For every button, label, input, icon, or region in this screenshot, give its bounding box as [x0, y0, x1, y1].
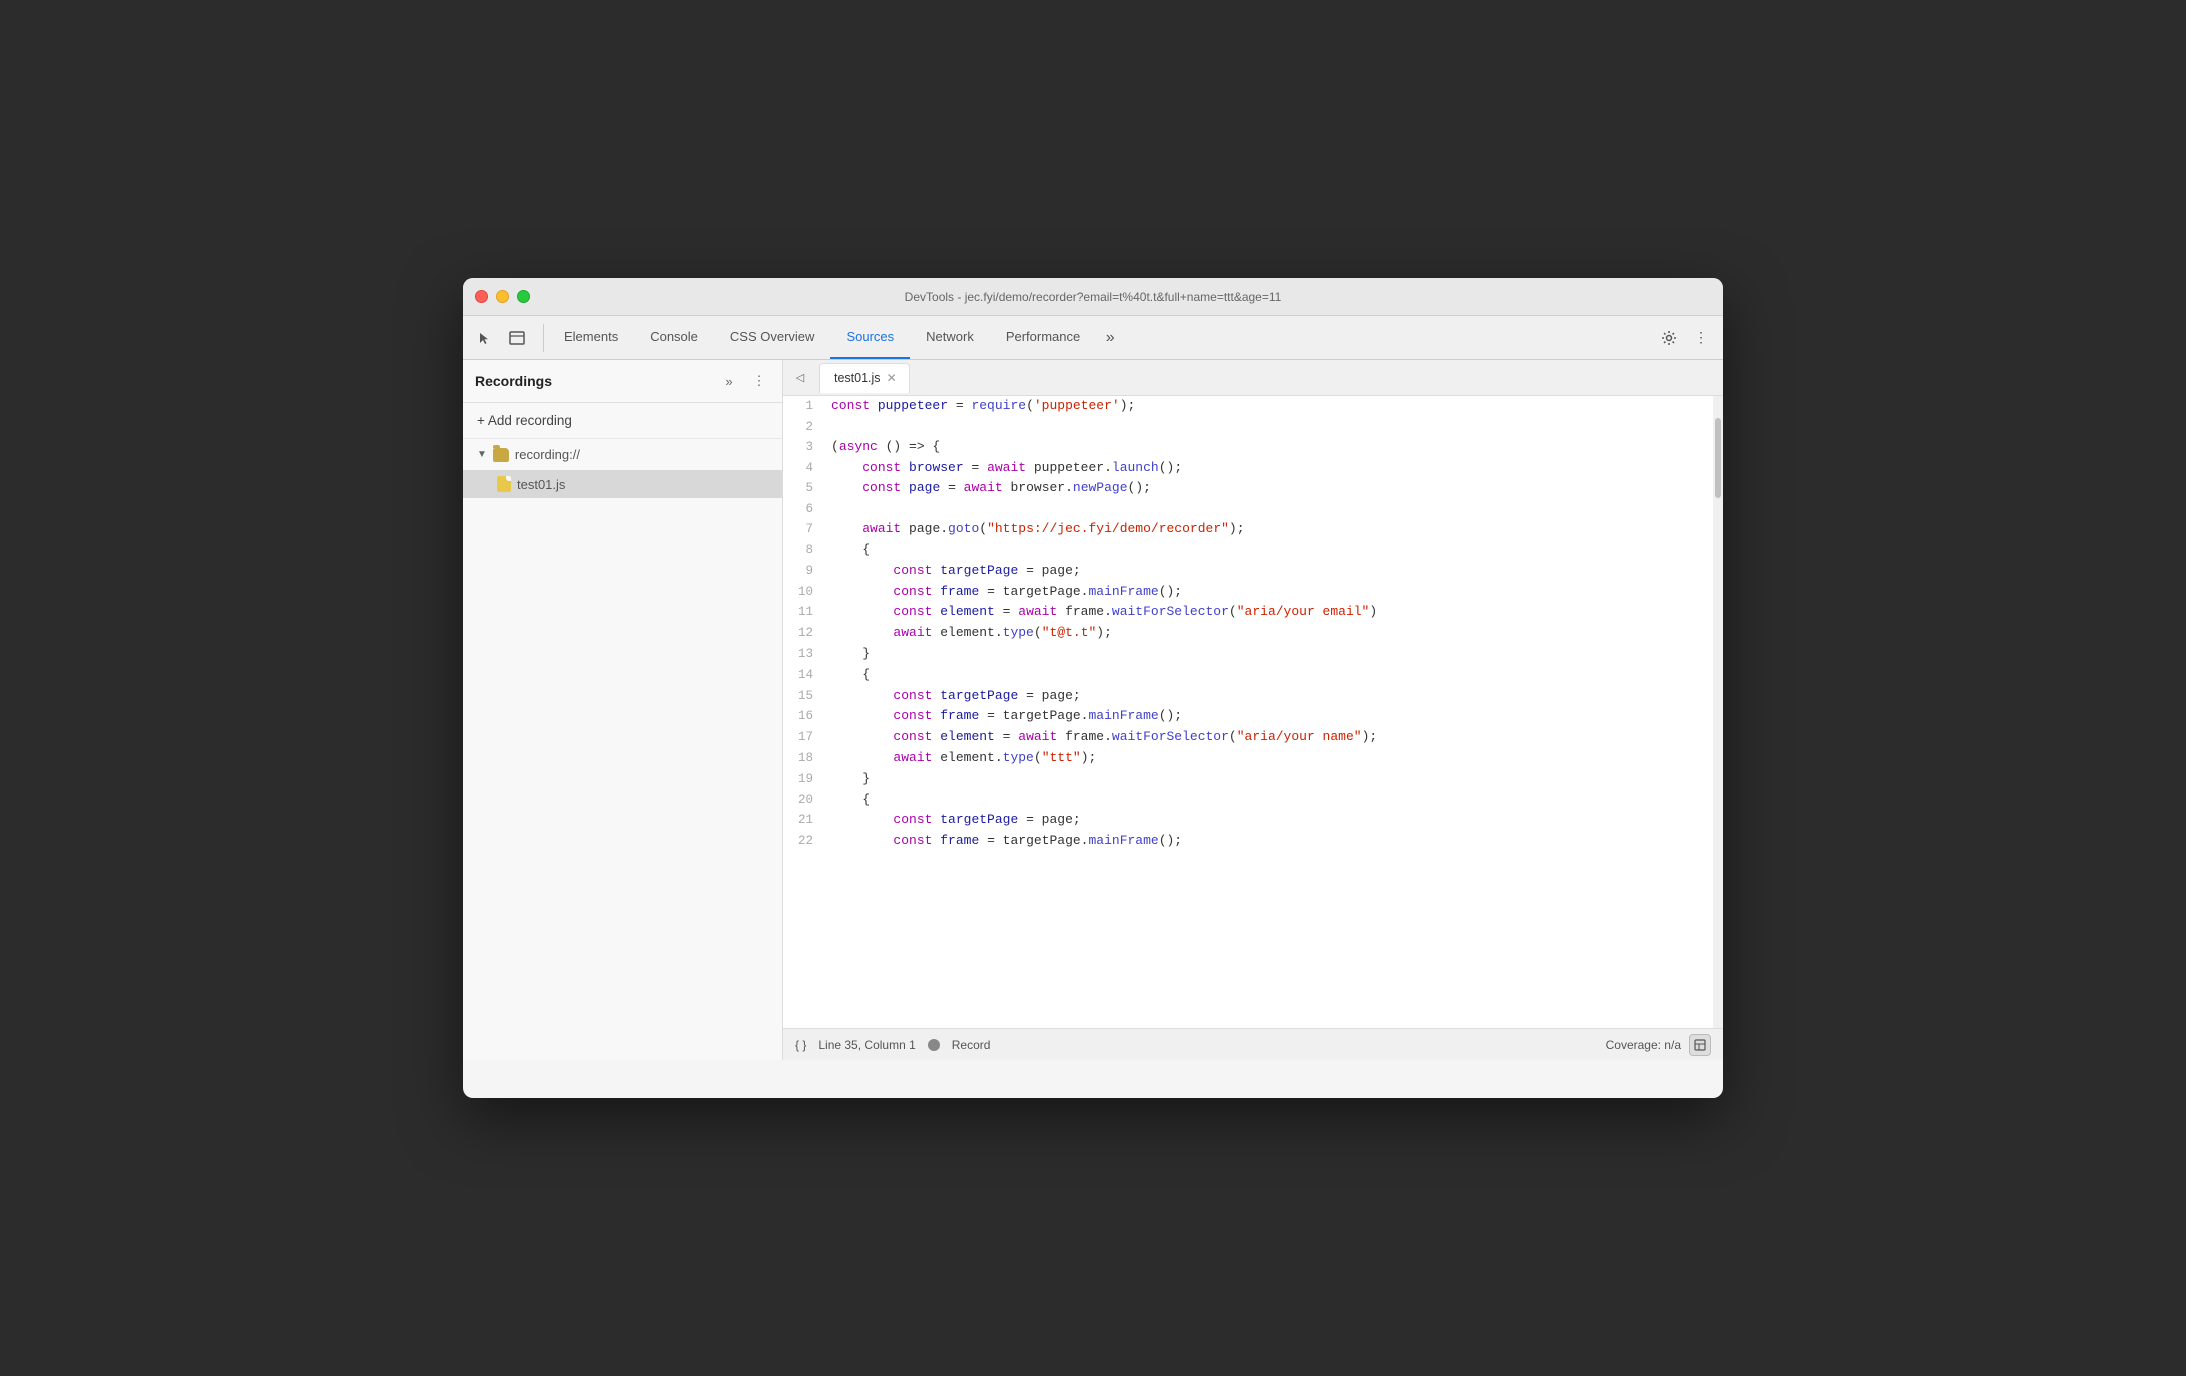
- table-row: 10 const frame = targetPage.mainFrame();: [783, 582, 1709, 603]
- maximize-button[interactable]: [517, 290, 530, 303]
- table-row: 18 await element.type("ttt");: [783, 748, 1709, 769]
- table-row: 13 }: [783, 644, 1709, 665]
- titlebar: DevTools - jec.fyi/demo/recorder?email=t…: [463, 278, 1723, 316]
- settings-icon[interactable]: [1655, 324, 1683, 352]
- window-title: DevTools - jec.fyi/demo/recorder?email=t…: [905, 290, 1282, 304]
- expand-sidebar-icon[interactable]: »: [718, 370, 740, 392]
- record-label[interactable]: Record: [952, 1038, 991, 1052]
- coverage-text: Coverage: n/a: [1606, 1038, 1681, 1052]
- record-dot-icon: [928, 1039, 940, 1051]
- more-sidebar-icon[interactable]: ⋮: [748, 370, 770, 392]
- table-row: 20 {: [783, 790, 1709, 811]
- table-row: 19 }: [783, 769, 1709, 790]
- test01-file[interactable]: test01.js: [463, 470, 782, 498]
- scrollbar-thumb[interactable]: [1715, 418, 1721, 498]
- close-tab-icon[interactable]: ✕: [887, 371, 897, 385]
- tab-sources[interactable]: Sources: [830, 316, 910, 359]
- tab-network[interactable]: Network: [910, 316, 990, 359]
- editor-tabs: ◁ test01.js ✕: [783, 360, 1723, 396]
- prev-editor-tab-icon[interactable]: ◁: [787, 365, 813, 391]
- file-icon: [497, 476, 511, 492]
- table-row: 5 const page = await browser.newPage();: [783, 478, 1709, 499]
- editor-area: ◁ test01.js ✕ 1const puppeteer = require…: [783, 360, 1723, 1060]
- cursor-position: Line 35, Column 1: [818, 1038, 915, 1052]
- close-button[interactable]: [475, 290, 488, 303]
- main-toolbar: Elements Console CSS Overview Sources Ne…: [463, 316, 1723, 360]
- more-options-icon[interactable]: ⋮: [1687, 324, 1715, 352]
- table-row: 8 {: [783, 540, 1709, 561]
- tab-performance[interactable]: Performance: [990, 316, 1096, 359]
- table-row: 7 await page.goto("https://jec.fyi/demo/…: [783, 519, 1709, 540]
- scrollbar-track[interactable]: [1713, 396, 1723, 1028]
- table-row: 6: [783, 499, 1709, 519]
- add-recording-button[interactable]: + Add recording: [463, 403, 782, 439]
- table-row: 3(async () => {: [783, 437, 1709, 458]
- status-right: Coverage: n/a: [1606, 1034, 1711, 1056]
- status-left: { } Line 35, Column 1 Record: [795, 1038, 990, 1052]
- code-container[interactable]: 1const puppeteer = require('puppeteer');…: [783, 396, 1723, 1028]
- editor-tab-test01[interactable]: test01.js ✕: [819, 363, 910, 393]
- folder-arrow-icon: ▼: [477, 449, 487, 460]
- tab-elements[interactable]: Elements: [548, 316, 634, 359]
- traffic-lights: [475, 290, 530, 303]
- sidebar: Recordings » ⋮ + Add recording ▼ recordi…: [463, 360, 783, 1060]
- more-tabs-button[interactable]: »: [1096, 324, 1124, 352]
- table-row: 11 const element = await frame.waitForSe…: [783, 602, 1709, 623]
- minimize-button[interactable]: [496, 290, 509, 303]
- toolbar-right: ⋮: [1655, 324, 1715, 352]
- tab-console[interactable]: Console: [634, 316, 714, 359]
- table-row: 22 const frame = targetPage.mainFrame();: [783, 831, 1709, 852]
- code-table: 1const puppeteer = require('puppeteer');…: [783, 396, 1709, 852]
- main-content: Recordings » ⋮ + Add recording ▼ recordi…: [463, 360, 1723, 1060]
- table-row: 9 const targetPage = page;: [783, 561, 1709, 582]
- table-row: 1const puppeteer = require('puppeteer');: [783, 396, 1709, 417]
- table-row: 15 const targetPage = page;: [783, 686, 1709, 707]
- sidebar-header: Recordings » ⋮: [463, 360, 782, 403]
- table-row: 14 {: [783, 665, 1709, 686]
- status-bar: { } Line 35, Column 1 Record Coverage: n…: [783, 1028, 1723, 1060]
- tab-css-overview[interactable]: CSS Overview: [714, 316, 831, 359]
- braces-icon[interactable]: { }: [795, 1038, 806, 1052]
- sidebar-title: Recordings: [475, 373, 710, 389]
- table-row: 17 const element = await frame.waitForSe…: [783, 727, 1709, 748]
- table-row: 21 const targetPage = page;: [783, 810, 1709, 831]
- table-row: 12 await element.type("t@t.t");: [783, 623, 1709, 644]
- table-row: 4 const browser = await puppeteer.launch…: [783, 458, 1709, 479]
- table-row: 16 const frame = targetPage.mainFrame();: [783, 706, 1709, 727]
- cursor-icon[interactable]: [471, 324, 499, 352]
- folder-icon: [493, 448, 509, 462]
- dock-icon[interactable]: [503, 324, 531, 352]
- table-row: 2: [783, 417, 1709, 437]
- coverage-icon[interactable]: [1689, 1034, 1711, 1056]
- tab-bar: Elements Console CSS Overview Sources Ne…: [548, 316, 1655, 359]
- toolbar-icons: [471, 324, 544, 352]
- recording-folder[interactable]: ▼ recording://: [463, 439, 782, 470]
